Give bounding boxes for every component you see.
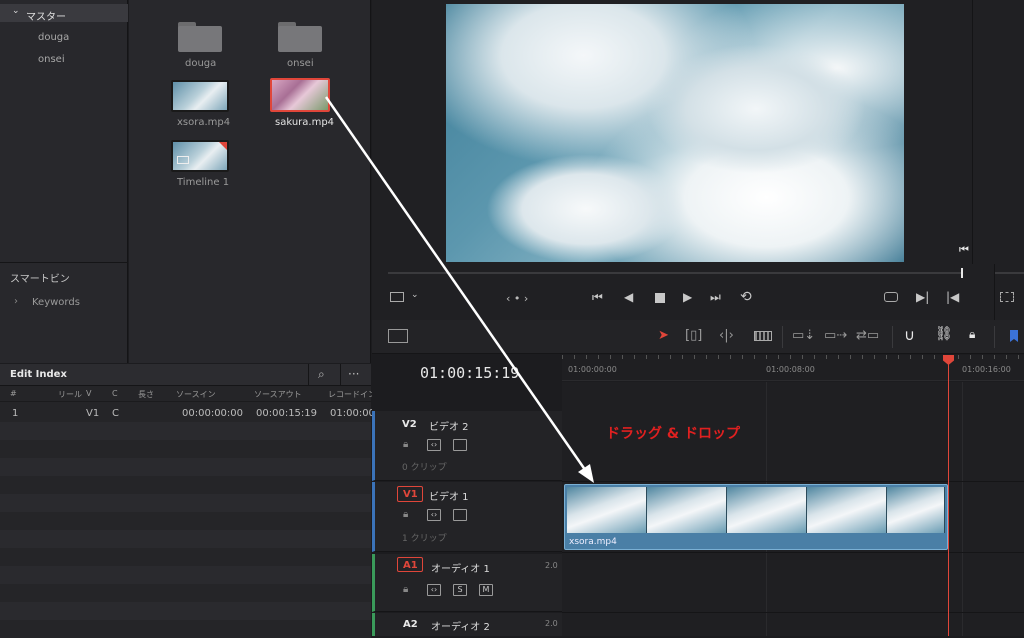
drag-drop-annotation: ドラッグ & ドロップ <box>606 426 740 442</box>
drag-arrow-line <box>324 96 590 475</box>
drag-arrow-head <box>578 464 594 483</box>
drag-arrow-overlay <box>324 96 594 483</box>
